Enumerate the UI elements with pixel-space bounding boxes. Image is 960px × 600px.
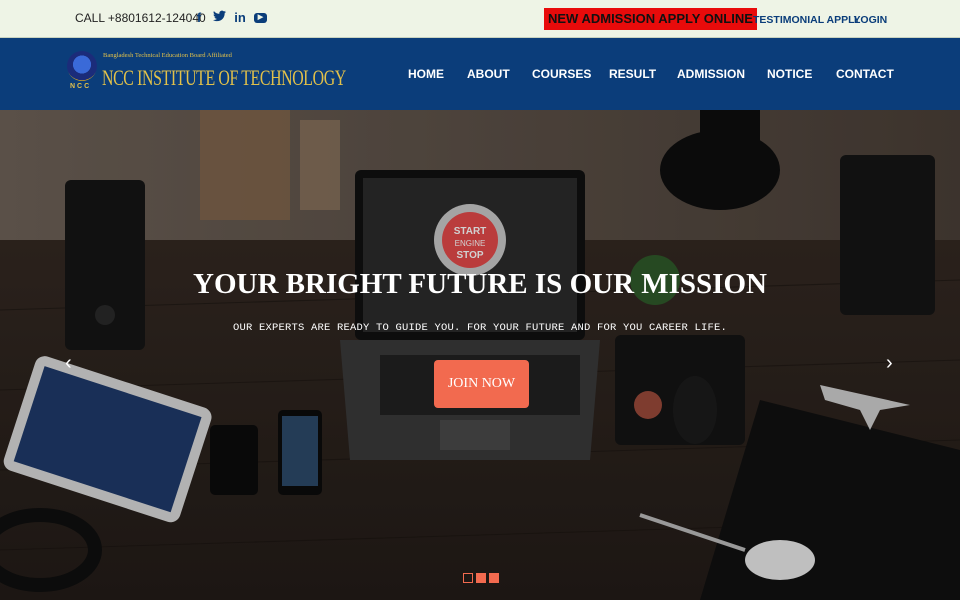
slider-dot[interactable] bbox=[489, 573, 499, 583]
logo-emblem-text: NCC bbox=[70, 83, 92, 90]
slider-next-icon[interactable]: › bbox=[886, 352, 893, 375]
call-number: CALL +8801612-124040 bbox=[75, 11, 206, 25]
testimonial-link[interactable]: TESTIMONIAL APPLY bbox=[753, 14, 861, 26]
linkedin-icon[interactable]: in bbox=[234, 10, 246, 26]
logo-emblem-icon[interactable] bbox=[67, 51, 97, 81]
hero-subtitle: OUR EXPERTS ARE READY TO GUIDE YOU. FOR … bbox=[232, 322, 728, 334]
nav-notice[interactable]: NOTICE bbox=[767, 67, 812, 81]
top-bar: CALL +8801612-124040 f in ▶ NEW ADMISSIO… bbox=[0, 0, 960, 38]
nav-home[interactable]: HOME bbox=[408, 67, 444, 81]
slider-dot[interactable] bbox=[476, 573, 486, 583]
nav-contact[interactable]: CONTACT bbox=[836, 67, 894, 81]
hero-slider: START ENGINE STOP YOUR BRIGHT FUTURE IS … bbox=[0, 110, 960, 600]
join-now-button[interactable]: JOIN NOW bbox=[434, 360, 529, 408]
main-header: NCC Bangladesh Technical Education Board… bbox=[0, 38, 960, 110]
twitter-icon[interactable] bbox=[213, 10, 226, 26]
facebook-icon[interactable]: f bbox=[193, 10, 205, 26]
nav-about[interactable]: ABOUT bbox=[467, 67, 510, 81]
nav-admission[interactable]: ADMISSION bbox=[677, 67, 745, 81]
nav-result[interactable]: RESULT bbox=[609, 67, 656, 81]
youtube-icon[interactable]: ▶ bbox=[254, 13, 267, 23]
logo-title[interactable]: NCC INSTITUTE OF TECHNOLOGY bbox=[102, 65, 346, 91]
apply-online-button[interactable]: NEW ADMISSION APPLY ONLINE bbox=[544, 8, 757, 30]
slider-indicators bbox=[463, 573, 499, 583]
slider-prev-icon[interactable]: ‹ bbox=[65, 352, 72, 375]
hero-overlay bbox=[0, 110, 960, 600]
slider-dot[interactable] bbox=[463, 573, 473, 583]
hero-title: YOUR BRIGHT FUTURE IS OUR MISSION bbox=[193, 268, 767, 300]
nav-courses[interactable]: COURSES bbox=[532, 67, 591, 81]
logo-subtitle: Bangladesh Technical Education Board Aff… bbox=[103, 52, 232, 59]
login-link[interactable]: LOGIN bbox=[854, 14, 887, 26]
social-links: f in ▶ bbox=[193, 10, 267, 26]
